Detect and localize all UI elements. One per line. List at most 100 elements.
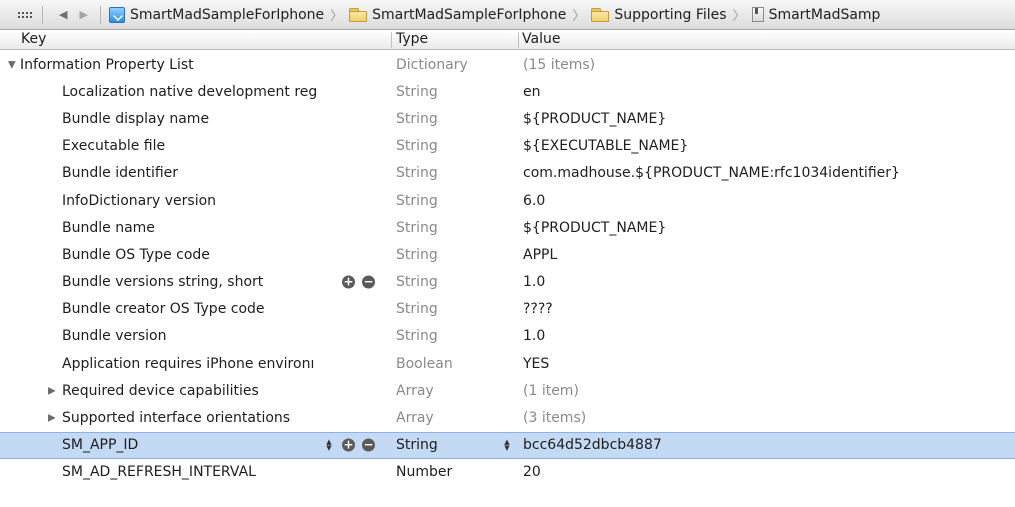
row-key: Supported interface orientations — [62, 410, 291, 427]
add-row-icon[interactable]: + — [342, 438, 355, 452]
column-divider[interactable] — [391, 32, 392, 48]
row-type[interactable]: String — [396, 437, 438, 453]
row-type: String — [396, 328, 438, 345]
row-type: Boolean — [396, 355, 453, 372]
row-value: 1.0 — [523, 328, 546, 345]
plist-row[interactable]: Executable file String ${EXECUTABLE_NAME… — [0, 133, 1015, 160]
plist-file-icon — [751, 7, 764, 22]
breadcrumb-project[interactable]: SmartMadSampleForIphone — [108, 6, 325, 23]
breadcrumb-label: SmartMadSampleForIphone — [372, 6, 567, 23]
row-type: String — [396, 110, 438, 127]
row-type: String — [396, 192, 438, 209]
plist-row[interactable]: Bundle display name String ${PRODUCT_NAM… — [0, 105, 1015, 132]
plist-row[interactable]: ▼ Information Property List Dictionary (… — [0, 51, 1015, 78]
row-key: Executable file — [62, 138, 166, 155]
row-key: Required device capabilities — [62, 382, 259, 399]
jump-bar-divider — [99, 5, 101, 24]
row-value: ${PRODUCT_NAME} — [523, 110, 667, 127]
folder-icon — [349, 7, 368, 22]
disclosure-collapsed-icon[interactable]: ▶ — [48, 385, 56, 396]
column-divider[interactable] — [518, 32, 519, 48]
breadcrumb-supporting-files[interactable]: Supporting Files — [591, 6, 727, 23]
stepper-down-icon[interactable]: ▼ — [503, 445, 511, 452]
plist-row-hovered[interactable]: Bundle versions string, short + − String… — [0, 269, 1015, 296]
row-type: String — [396, 219, 438, 236]
row-key: Bundle identifier — [62, 165, 179, 182]
row-value: (1 item) — [523, 382, 579, 399]
remove-row-icon[interactable]: − — [362, 438, 375, 452]
row-value: com.madhouse.${PRODUCT_NAME:rfc1034ident… — [523, 165, 900, 182]
row-value: ${PRODUCT_NAME} — [523, 219, 667, 236]
plist-row[interactable]: InfoDictionary version String 6.0 — [0, 187, 1015, 214]
row-value: (3 items) — [523, 410, 587, 427]
row-key: SM_AD_REFRESH_INTERVAL — [62, 464, 256, 481]
row-type: Number — [396, 464, 453, 481]
plist-row[interactable]: Bundle identifier String com.madhouse.${… — [0, 160, 1015, 187]
plist-row[interactable]: ▶ Supported interface orientations Array… — [0, 404, 1015, 431]
xcode-project-icon — [108, 6, 125, 23]
row-key[interactable]: SM_APP_ID — [62, 437, 138, 453]
row-key: Bundle creator OS Type code — [62, 301, 265, 318]
row-key: Bundle name — [62, 219, 155, 236]
row-type: String — [396, 301, 438, 318]
jump-bar: ◀ ▶ SmartMadSampleForIphone 〉 SmartMadSa… — [0, 0, 1015, 30]
column-header: Key Type Value — [0, 30, 1015, 50]
plist-row[interactable]: Application requires iPhone environı Boo… — [0, 350, 1015, 377]
plist-row[interactable]: SM_AD_REFRESH_INTERVAL Number 20 — [0, 459, 1015, 486]
breadcrumb-label: Supporting Files — [614, 6, 727, 23]
plist-outline: ▼ Information Property List Dictionary (… — [0, 51, 1015, 486]
breadcrumb-chevron-icon: 〉 — [330, 9, 344, 24]
breadcrumb-chevron-icon: 〉 — [732, 9, 746, 24]
row-value: 1.0 — [523, 274, 546, 291]
plist-row[interactable]: Bundle name String ${PRODUCT_NAME} — [0, 214, 1015, 241]
row-value: en — [523, 83, 541, 100]
row-type: String — [396, 83, 438, 100]
breadcrumb-group[interactable]: SmartMadSampleForIphone — [349, 7, 566, 23]
plist-row-selected[interactable]: SM_APP_ID ▲ ▼ + − String ▲ ▼ bcc64d52dbc… — [0, 431, 1015, 459]
row-key: Information Property List — [20, 56, 194, 73]
key-stepper-icon[interactable]: ▲ ▼ — [325, 439, 333, 452]
remove-row-icon[interactable]: − — [362, 275, 375, 289]
add-row-icon[interactable]: + — [342, 275, 355, 289]
row-type: String — [396, 274, 438, 291]
row-key: Localization native development reg — [62, 83, 318, 100]
row-value: 20 — [523, 464, 541, 481]
row-value[interactable]: bcc64d52dbcb4887 — [523, 437, 662, 453]
stepper-down-icon[interactable]: ▼ — [325, 445, 333, 452]
row-type: String — [396, 246, 438, 263]
row-value: ${EXECUTABLE_NAME} — [523, 138, 689, 155]
breadcrumb-label: SmartMadSamp — [768, 6, 881, 23]
row-key: Bundle OS Type code — [62, 246, 210, 263]
breadcrumb-chevron-icon: 〉 — [572, 9, 586, 24]
row-type: String — [396, 138, 438, 155]
forward-arrow-icon[interactable]: ▶ — [79, 8, 87, 21]
plist-row[interactable]: Localization native development reg Stri… — [0, 78, 1015, 105]
folder-icon — [591, 7, 610, 22]
plist-row[interactable]: Bundle creator OS Type code String ???? — [0, 296, 1015, 323]
row-value: (15 items) — [523, 56, 596, 73]
plist-row[interactable]: Bundle OS Type code String APPL — [0, 241, 1015, 268]
row-key: Bundle versions string, short — [62, 274, 264, 291]
type-stepper-icon[interactable]: ▲ ▼ — [503, 439, 511, 452]
disclosure-expanded-icon[interactable]: ▼ — [8, 59, 16, 70]
column-header-value[interactable]: Value — [522, 31, 560, 47]
row-key: Bundle version — [62, 328, 167, 345]
breadcrumb-plist-file[interactable]: SmartMadSamp — [751, 6, 881, 23]
disclosure-collapsed-icon[interactable]: ▶ — [48, 413, 56, 424]
back-arrow-icon[interactable]: ◀ — [59, 8, 67, 21]
row-key: Bundle display name — [62, 110, 210, 127]
row-value: 6.0 — [523, 192, 546, 209]
row-value: YES — [523, 355, 550, 372]
row-value: ???? — [523, 301, 553, 318]
row-value: APPL — [523, 246, 558, 263]
column-header-type[interactable]: Type — [396, 31, 428, 47]
row-type: Array — [396, 410, 434, 427]
related-items-grid-icon[interactable] — [18, 9, 32, 21]
column-header-key[interactable]: Key — [21, 31, 46, 47]
row-key: InfoDictionary version — [62, 192, 217, 209]
breadcrumb-label: SmartMadSampleForIphone — [129, 6, 325, 23]
row-type: String — [396, 165, 438, 182]
plist-row[interactable]: ▶ Required device capabilities Array (1 … — [0, 377, 1015, 404]
jump-bar-divider — [42, 5, 43, 24]
plist-row[interactable]: Bundle version String 1.0 — [0, 323, 1015, 350]
